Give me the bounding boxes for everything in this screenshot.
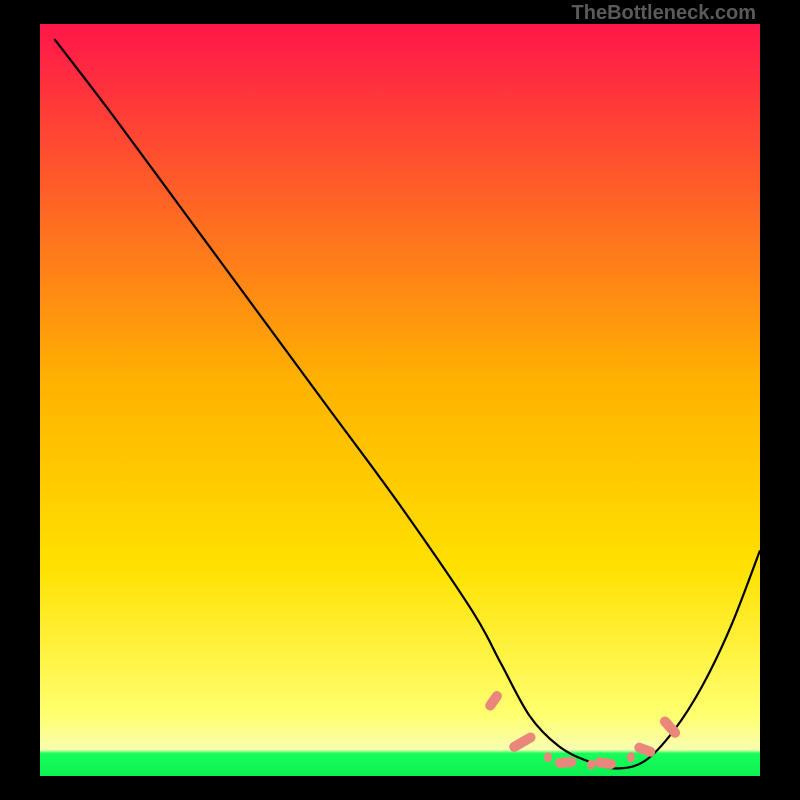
gradient-background xyxy=(40,24,760,776)
watermark-text: TheBottleneck.com xyxy=(572,2,756,25)
marker-segment xyxy=(627,752,635,762)
chart-frame xyxy=(40,24,760,776)
marker-segment xyxy=(544,752,552,762)
bottleneck-chart xyxy=(40,24,760,776)
marker-segment xyxy=(587,760,595,770)
